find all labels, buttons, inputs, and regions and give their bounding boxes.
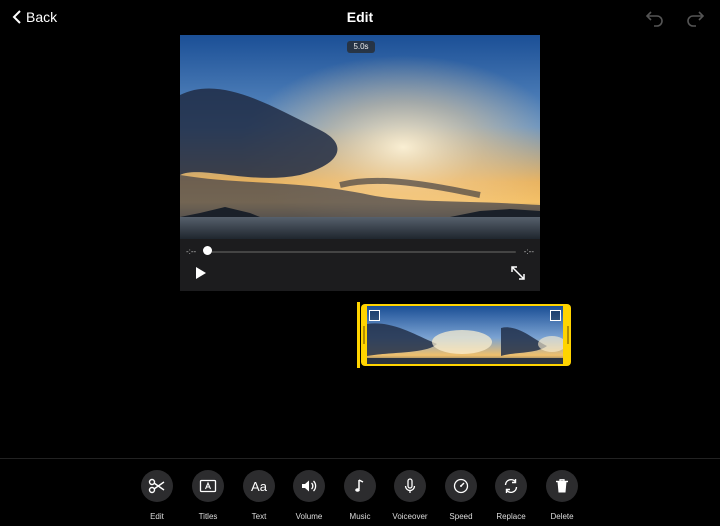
- microphone-icon: [404, 478, 416, 493]
- elapsed-time: -:--: [186, 247, 197, 256]
- tool-titles[interactable]: Titles: [183, 470, 233, 521]
- titles-icon: [199, 479, 217, 493]
- tool-text[interactable]: Aa Text: [234, 470, 284, 521]
- tool-label: Replace: [496, 512, 526, 521]
- tool-label: Volume: [295, 512, 323, 521]
- scrubber-track[interactable]: [204, 251, 516, 253]
- playhead[interactable]: [357, 302, 360, 368]
- tool-speed-circle: [445, 470, 477, 502]
- toolbar-divider: [0, 458, 720, 459]
- clip-start-marker-icon: [369, 310, 380, 321]
- tool-replace-circle: [495, 470, 527, 502]
- play-icon[interactable]: [194, 265, 208, 281]
- video-clip[interactable]: [361, 304, 571, 366]
- clip-thumbnail: [367, 306, 501, 364]
- trim-handle-left[interactable]: [363, 326, 365, 344]
- tool-speed[interactable]: Speed: [436, 470, 486, 521]
- replace-icon: [504, 478, 518, 494]
- tool-delete[interactable]: Delete: [537, 470, 587, 521]
- tool-label: Edit: [150, 512, 164, 521]
- timeline: [357, 302, 573, 368]
- tool-music[interactable]: Music: [335, 470, 385, 521]
- volume-icon: [302, 480, 317, 492]
- tool-music-circle: [344, 470, 376, 502]
- music-note-icon: [355, 479, 364, 492]
- tool-edit-circle: [141, 470, 173, 502]
- tool-replace[interactable]: Replace: [486, 470, 536, 521]
- page-title: Edit: [346, 9, 374, 25]
- tool-delete-circle: [546, 470, 578, 502]
- player-controls: -:-- -:--: [180, 239, 540, 291]
- tool-label: Voiceover: [392, 512, 428, 521]
- trash-icon: [556, 479, 568, 493]
- remaining-time: -:--: [523, 247, 534, 256]
- tool-label: Music: [349, 512, 371, 521]
- tool-label: Titles: [198, 512, 218, 521]
- fullscreen-icon[interactable]: [510, 265, 526, 281]
- tool-voiceover[interactable]: Voiceover: [385, 470, 435, 521]
- redo-icon[interactable]: [685, 9, 705, 27]
- undo-icon[interactable]: [645, 9, 665, 27]
- scrubber-knob[interactable]: [203, 246, 212, 255]
- video-player: 5.0s -:-- -:--: [180, 35, 540, 291]
- trim-handle-right[interactable]: [567, 326, 569, 344]
- text-aa-icon: Aa: [251, 478, 267, 494]
- bottom-toolbar: Edit Titles Aa Text Volume Music Voiceov…: [0, 470, 720, 526]
- tool-label: Text: [251, 512, 267, 521]
- top-bar: Back Edit: [0, 0, 720, 36]
- tool-edit[interactable]: Edit: [132, 470, 182, 521]
- clip-end-marker-icon: [550, 310, 561, 321]
- speedometer-icon: [453, 478, 469, 494]
- scissors-icon: [148, 478, 165, 494]
- tool-label: Delete: [550, 512, 574, 521]
- tool-volume-circle: [293, 470, 325, 502]
- sunset-preview-image: [180, 35, 540, 239]
- tool-voiceover-circle: [394, 470, 426, 502]
- tool-text-circle: Aa: [243, 470, 275, 502]
- clip-thumbnails: [367, 306, 563, 364]
- tool-volume[interactable]: Volume: [284, 470, 334, 521]
- tool-label: Speed: [449, 512, 473, 521]
- video-frame[interactable]: 5.0s: [180, 35, 540, 239]
- duration-badge: 5.0s: [347, 41, 375, 53]
- tool-titles-circle: [192, 470, 224, 502]
